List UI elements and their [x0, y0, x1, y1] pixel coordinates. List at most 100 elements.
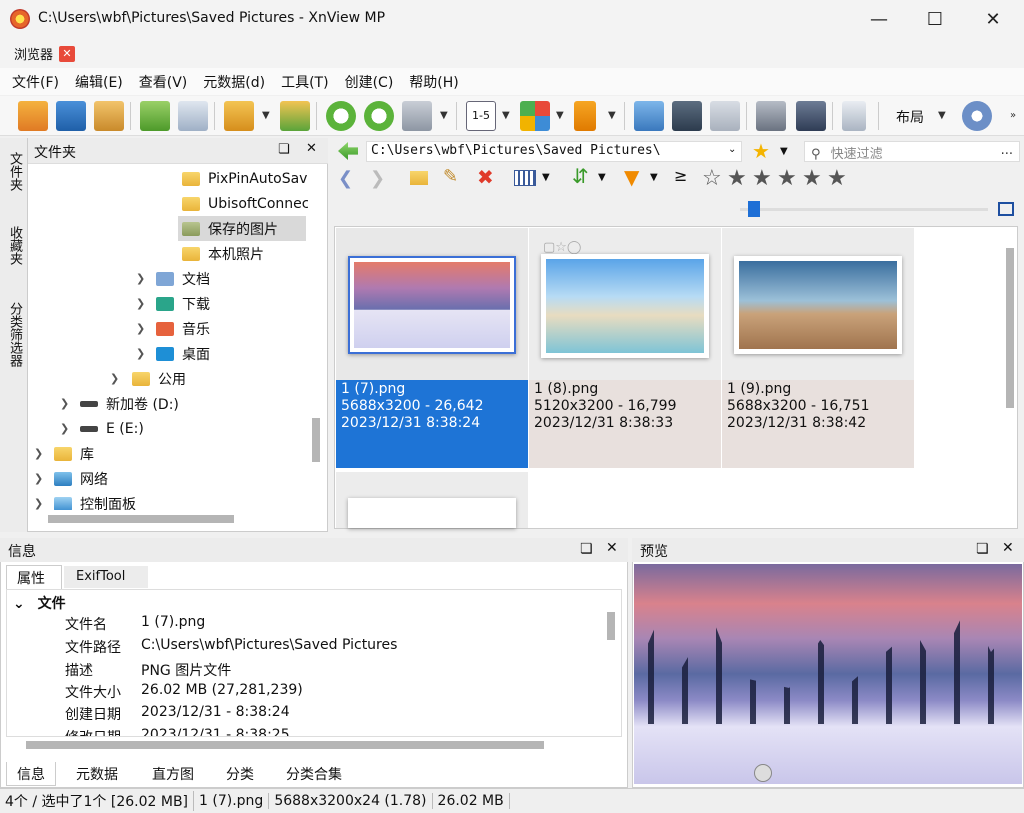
convert-icon[interactable] — [280, 101, 310, 131]
print-icon[interactable] — [756, 101, 786, 131]
menu-edit[interactable]: 编辑(E) — [67, 72, 131, 92]
chevron-right-icon[interactable]: ❯ — [136, 297, 150, 310]
tree-item[interactable]: PixPinAutoSave — [182, 166, 308, 191]
rating-star-icon[interactable]: ★ — [777, 166, 797, 191]
chevron-down-icon[interactable]: ▼ — [780, 146, 788, 157]
tree-item[interactable]: 本机照片 — [182, 241, 264, 266]
tree-item[interactable]: ❯ 库 — [34, 441, 94, 466]
preview-nav-dot[interactable] — [754, 764, 772, 782]
menu-view[interactable]: 查看(V) — [131, 72, 196, 92]
chevron-down-icon[interactable]: ▼ — [502, 110, 510, 121]
transform-icon[interactable] — [402, 101, 432, 131]
tab-histogram[interactable]: 直方图 — [142, 762, 204, 786]
delete-icon[interactable]: ✖ — [477, 165, 494, 189]
view-mode-icon[interactable] — [514, 170, 536, 186]
tree-icon[interactable] — [842, 101, 866, 131]
slideshow-icon[interactable] — [94, 101, 124, 131]
tab-browser[interactable]: 浏览器 ✕ — [8, 41, 81, 66]
chevron-right-icon[interactable]: ❯ — [60, 422, 74, 435]
up-folder-icon[interactable] — [338, 142, 358, 160]
maximize-button[interactable]: ☐ — [912, 0, 958, 38]
tab-metadata[interactable]: 元数据 — [66, 762, 128, 786]
tab-exiftool[interactable]: ExifTool — [64, 566, 148, 588]
tree-item-selected[interactable]: 保存的图片 — [178, 216, 306, 241]
thumb-scrollbar[interactable] — [1006, 248, 1014, 408]
rating-star-icon[interactable]: ★ — [727, 166, 747, 191]
tab-properties[interactable]: 属性 — [6, 565, 62, 589]
info-icon[interactable] — [178, 101, 208, 131]
menu-metadata[interactable]: 元数据(d) — [195, 72, 273, 92]
thumbnail-item[interactable]: 1 (7).png 5688x3200 - 26,642 2023/12/31 … — [336, 228, 528, 468]
sort-icon[interactable]: ⇵ — [572, 164, 589, 188]
tree-item[interactable]: ❯ 下载 — [136, 291, 210, 316]
tab-category[interactable]: 分类 — [216, 762, 264, 786]
compare-icon[interactable] — [710, 101, 740, 131]
chevron-right-icon[interactable]: ❯ — [34, 472, 48, 485]
tree-item[interactable]: ❯ E (E:) — [60, 416, 144, 441]
close-button[interactable]: ✕ — [970, 0, 1016, 38]
new-folder-icon[interactable] — [410, 171, 428, 185]
tab-info[interactable]: 信息 — [6, 762, 56, 786]
chevron-right-icon[interactable]: ❯ — [136, 322, 150, 335]
tab-category-sets[interactable]: 分类合集 — [276, 762, 352, 786]
export-icon[interactable] — [224, 101, 254, 131]
thumb-size-slider[interactable] — [740, 208, 988, 211]
side-tab-favorites[interactable]: 收藏夹 — [4, 226, 24, 265]
tag-color-icon[interactable] — [520, 101, 550, 131]
tree-item[interactable]: ❯ 文档 — [136, 266, 210, 291]
chevron-down-icon[interactable]: ▼ — [542, 172, 550, 183]
properties-scrollbar[interactable] — [607, 612, 615, 640]
chevron-down-icon[interactable]: ▼ — [262, 110, 270, 121]
chevron-down-icon[interactable]: ▼ — [556, 110, 564, 121]
forward-icon[interactable]: ❯ — [370, 168, 385, 189]
import-icon[interactable] — [140, 101, 170, 131]
thumbnail-item[interactable]: ▢☆◯ 1 (8).png 5120x3200 - 16,799 2023/12… — [529, 228, 721, 468]
close-icon[interactable]: ✕ — [306, 141, 317, 156]
chevron-right-icon[interactable]: ❯ — [60, 397, 74, 410]
address-input[interactable]: C:\Users\wbf\Pictures\Saved Pictures\ — [366, 141, 742, 162]
chevron-right-icon[interactable]: ❯ — [110, 372, 124, 385]
favorite-star-icon[interactable]: ★ — [752, 139, 770, 163]
chevron-right-icon[interactable]: ❯ — [136, 272, 150, 285]
filter-icon[interactable]: ▼ — [624, 165, 639, 189]
thumb-size-icon[interactable] — [998, 202, 1014, 216]
menu-tools[interactable]: 工具(T) — [273, 72, 336, 92]
rating-star-icon[interactable]: ★ — [752, 166, 772, 191]
fullscreen-icon[interactable] — [56, 101, 86, 131]
rating-star-icon[interactable]: ★ — [802, 166, 822, 191]
thumbnail-item[interactable]: 1 (9).png 5688x3200 - 16,751 2023/12/31 … — [722, 228, 914, 468]
minimize-button[interactable]: — — [856, 0, 902, 38]
tree-vertical-scrollbar[interactable] — [312, 418, 320, 462]
select-checkbox-icon[interactable]: ▢☆◯ — [543, 240, 582, 255]
section-header[interactable]: ⌄ 文件 — [13, 593, 66, 613]
tree-item[interactable]: ❯ 音乐 — [136, 316, 210, 341]
bookmark-icon[interactable] — [574, 101, 596, 131]
chevron-down-icon[interactable]: ▼ — [440, 110, 448, 121]
undock-icon[interactable]: ❏ — [976, 541, 989, 557]
properties-horizontal-scrollbar[interactable] — [26, 741, 544, 749]
chevron-down-icon[interactable]: ▼ — [650, 172, 658, 183]
tree-item[interactable]: ❯ 网络 — [34, 466, 108, 491]
tree-item[interactable]: UbisoftConnect — [182, 191, 308, 216]
menu-file[interactable]: 文件(F) — [4, 72, 67, 92]
more-icon[interactable]: » — [1010, 110, 1016, 121]
more-icon[interactable]: ... — [1001, 143, 1013, 158]
view-icon[interactable] — [18, 101, 48, 131]
side-tab-folders[interactable]: 文件夹 — [4, 152, 24, 191]
binoculars-icon[interactable] — [672, 101, 702, 131]
tree-item[interactable]: ❯ 新加卷 (D:) — [60, 391, 179, 416]
tree-item[interactable]: ❯ 控制面板 — [34, 491, 136, 510]
rating-comparator[interactable]: ≥ — [674, 166, 687, 185]
menu-create[interactable]: 创建(C) — [337, 72, 402, 92]
chevron-right-icon[interactable]: ❯ — [34, 447, 48, 460]
undock-icon[interactable]: ❏ — [278, 142, 290, 157]
tree-horizontal-scrollbar[interactable] — [48, 515, 234, 523]
back-icon[interactable]: ❮ — [338, 168, 353, 189]
side-tab-category-filter[interactable]: 分类筛选器 — [4, 302, 24, 367]
rotate-left-icon[interactable] — [326, 101, 356, 131]
rename-icon[interactable]: ✎ — [443, 166, 458, 187]
chevron-down-icon[interactable]: ▼ — [938, 110, 946, 121]
tree-item[interactable]: ❯ 公用 — [110, 366, 186, 391]
quick-filter-input[interactable]: ⚲ 快速过滤 ... — [804, 141, 1020, 162]
menu-help[interactable]: 帮助(H) — [401, 72, 466, 92]
